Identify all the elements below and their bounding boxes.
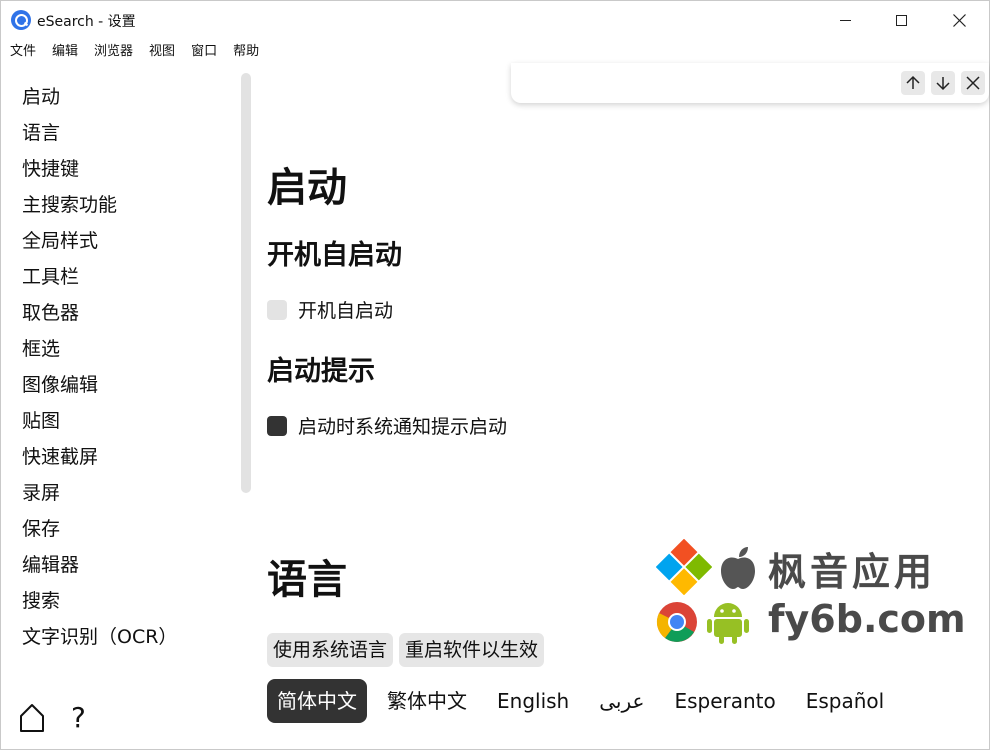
- sidebar-item-ocr[interactable]: 文字识别（OCR）: [1, 619, 241, 655]
- language-option-spanish[interactable]: Español: [796, 679, 894, 723]
- android-logo-icon: [707, 603, 749, 644]
- menu-file[interactable]: 文件: [1, 41, 44, 63]
- startup-notify-label: 启动时系统通知提示启动: [298, 416, 508, 438]
- menu-bar: 文件 编辑 浏览器 视图 窗口 帮助: [1, 41, 267, 63]
- help-icon[interactable]: ?: [71, 703, 86, 733]
- watermark-brand-text: 枫音应用: [768, 550, 937, 594]
- autostart-option[interactable]: 开机自启动: [267, 296, 393, 323]
- sidebar-item-selection[interactable]: 框选: [1, 331, 241, 367]
- language-option-esperanto[interactable]: Esperanto: [664, 679, 785, 723]
- sidebar-footer: ?: [19, 703, 86, 733]
- startup-notify-checkbox[interactable]: [267, 415, 287, 436]
- settings-window: eSearch - 设置 文件 编辑 浏览器 视图 窗口 帮助 启动 语言 快捷…: [0, 0, 990, 750]
- language-options: 简体中文 繁体中文 English عربى Esperanto Español: [267, 679, 904, 723]
- sidebar-item-editor[interactable]: 编辑器: [1, 547, 241, 583]
- windows-logo-icon: [656, 539, 712, 595]
- startup-heading: 启动: [267, 165, 347, 211]
- language-option-arabic[interactable]: عربى: [589, 679, 654, 723]
- apple-logo-icon: [721, 547, 755, 589]
- language-option-zh-hant[interactable]: 繁体中文: [377, 679, 477, 723]
- sidebar-item-pin[interactable]: 贴图: [1, 403, 241, 439]
- menu-help[interactable]: 帮助: [225, 41, 267, 63]
- language-actions: 使用系统语言 重启软件以生效: [267, 633, 545, 667]
- language-option-zh-hans[interactable]: 简体中文: [267, 679, 367, 723]
- autostart-checkbox[interactable]: [267, 299, 287, 320]
- esearch-app-icon: [11, 10, 31, 30]
- chrome-logo-icon: [656, 602, 697, 642]
- home-icon[interactable]: [19, 703, 45, 733]
- menu-edit[interactable]: 编辑: [44, 41, 86, 63]
- language-option-english[interactable]: English: [487, 679, 579, 723]
- startup-notify-option[interactable]: 启动时系统通知提示启动: [267, 412, 507, 439]
- sidebar-scrollbar[interactable]: [241, 73, 251, 493]
- menu-view[interactable]: 视图: [141, 41, 183, 63]
- watermark: 枫音应用 fy6b.com: [656, 539, 966, 649]
- sidebar-item-shortcuts[interactable]: 快捷键: [1, 151, 241, 187]
- sidebar-item-image-edit[interactable]: 图像编辑: [1, 367, 241, 403]
- sidebar-item-toolbar[interactable]: 工具栏: [1, 259, 241, 295]
- restart-to-apply-button[interactable]: 重启软件以生效: [399, 633, 545, 667]
- use-system-language-button[interactable]: 使用系统语言: [267, 633, 394, 667]
- sidebar-item-main-search[interactable]: 主搜索功能: [1, 187, 241, 223]
- menu-browser[interactable]: 浏览器: [86, 41, 141, 63]
- sidebar-item-color-picker[interactable]: 取色器: [1, 295, 241, 331]
- autostart-heading: 开机自启动: [267, 240, 402, 271]
- autostart-label: 开机自启动: [298, 300, 394, 322]
- close-icon: [966, 76, 980, 90]
- menu-window[interactable]: 窗口: [183, 41, 225, 63]
- sidebar-item-screen-record[interactable]: 录屏: [1, 475, 241, 511]
- watermark-domain-text: fy6b.com: [768, 597, 966, 641]
- sidebar-item-save[interactable]: 保存: [1, 511, 241, 547]
- startup-notify-heading: 启动提示: [267, 356, 375, 387]
- window-title: eSearch - 设置: [37, 14, 136, 30]
- sidebar-item-global-style[interactable]: 全局样式: [1, 223, 241, 259]
- sidebar-item-quick-screenshot[interactable]: 快速截屏: [1, 439, 241, 475]
- sidebar-item-search[interactable]: 搜索: [1, 583, 241, 619]
- sidebar-item-startup[interactable]: 启动: [1, 79, 241, 115]
- sidebar-item-language[interactable]: 语言: [1, 115, 241, 151]
- language-heading: 语言: [267, 557, 347, 603]
- settings-sidebar: 启动 语言 快捷键 主搜索功能 全局样式 工具栏 取色器 框选 图像编辑 贴图 …: [1, 79, 241, 655]
